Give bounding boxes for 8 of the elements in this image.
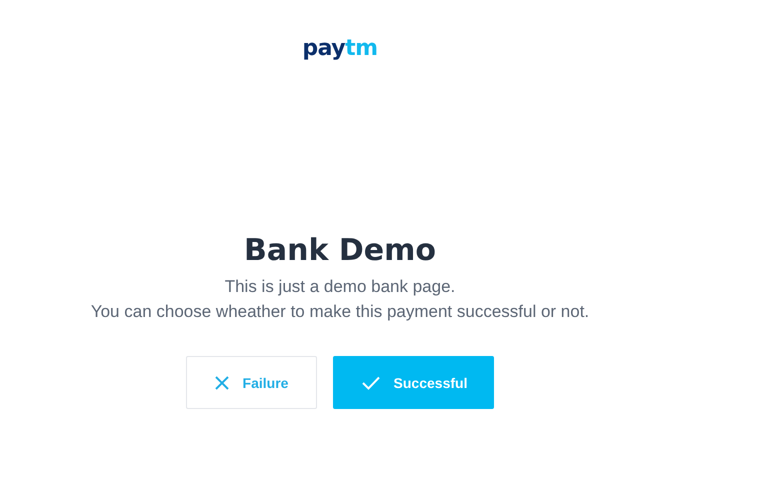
close-icon — [214, 376, 229, 390]
success-button[interactable]: Successful — [332, 356, 494, 409]
failure-button[interactable]: Failure — [186, 356, 317, 409]
description-text: You can choose wheather to make this payment successful or not. — [90, 301, 590, 323]
check-icon — [362, 376, 380, 390]
description-text: This is just a demo bank page. — [224, 276, 456, 298]
logo: paytm — [302, 36, 378, 61]
page-title: Bank Demo — [244, 233, 436, 268]
